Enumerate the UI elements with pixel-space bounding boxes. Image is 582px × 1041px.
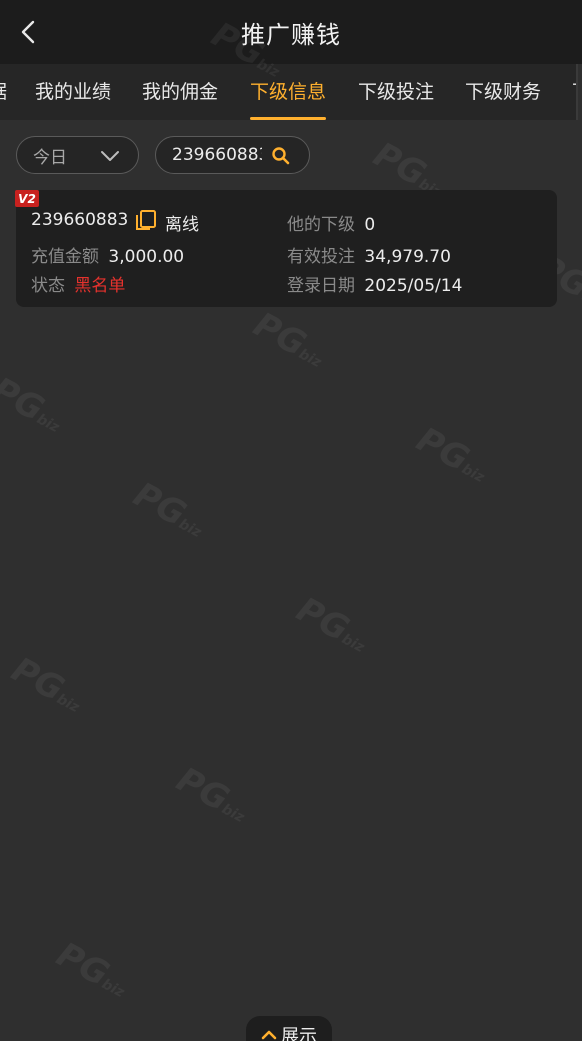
page-title: 推广赚钱 (241, 20, 341, 49)
subordinates-value: 0 (364, 215, 376, 235)
tab-subordinate-bets[interactable]: 下级投注 (358, 64, 434, 120)
tab-bar: 据 我的业绩 我的佣金 下级信息 下级投注 下级财务 下 (0, 64, 578, 120)
search-icon[interactable] (271, 146, 291, 166)
expand-label: 展示 (281, 1026, 317, 1041)
back-button[interactable] (10, 14, 46, 50)
top-bar: 推广赚钱 (0, 0, 582, 64)
search-box (155, 136, 310, 174)
expand-button[interactable]: 展示 (246, 1016, 332, 1041)
tab-my-performance[interactable]: 我的业绩 (35, 64, 111, 120)
subordinates-label: 他的下级 (287, 215, 355, 235)
tab-my-commission[interactable]: 我的佣金 (142, 64, 218, 120)
tab-subordinate-info[interactable]: 下级信息 (250, 64, 327, 120)
valid-bet-row: 有效投注 34,979.70 (287, 242, 451, 267)
date-range-select[interactable]: 今日 (16, 136, 139, 174)
online-status: 离线 (165, 210, 199, 235)
valid-bet-label: 有效投注 (287, 247, 355, 267)
watermark: PGbiz (5, 649, 82, 717)
recharge-label: 充值金额 (31, 247, 99, 267)
chevron-left-icon (21, 20, 35, 44)
watermark: PGbiz (410, 419, 487, 487)
user-id-value: 239660883 (31, 210, 129, 230)
search-input[interactable] (172, 145, 262, 165)
valid-bet-value: 34,979.70 (364, 247, 451, 267)
subordinates-row: 他的下级 0 (287, 210, 375, 235)
login-date-label: 登录日期 (287, 276, 355, 296)
watermark: PGbiz (247, 304, 324, 372)
status-value: 黑名单 (74, 276, 126, 296)
tab-data[interactable]: 据 (0, 64, 7, 120)
tab-subordinate-info-label: 下级信息 (250, 81, 327, 103)
tab-next[interactable]: 下 (572, 64, 576, 120)
watermark: PGbiz (127, 474, 204, 542)
online-status-value: 离线 (165, 215, 199, 235)
status-row: 状态 黑名单 (31, 271, 125, 296)
login-date-value: 2025/05/14 (364, 276, 463, 296)
user-id: 239660883 (31, 210, 128, 230)
watermark: PGbiz (290, 589, 367, 657)
active-tab-indicator (250, 117, 327, 120)
recharge-row: 充值金额 3,000.00 (31, 242, 184, 267)
chevron-down-icon (101, 151, 119, 161)
copy-icon[interactable] (135, 209, 157, 231)
chevron-up-icon (261, 1030, 277, 1040)
watermark: PGbiz (0, 369, 62, 437)
watermark: PGbiz (50, 934, 127, 1002)
vip-level-badge: V2 (15, 190, 39, 207)
watermark: PGbiz (170, 759, 247, 827)
status-label: 状态 (31, 276, 65, 296)
recharge-value: 3,000.00 (108, 247, 185, 267)
tab-subordinate-finance[interactable]: 下级财务 (465, 64, 541, 120)
date-range-value: 今日 (33, 147, 67, 168)
login-date-row: 登录日期 2025/05/14 (287, 271, 462, 296)
